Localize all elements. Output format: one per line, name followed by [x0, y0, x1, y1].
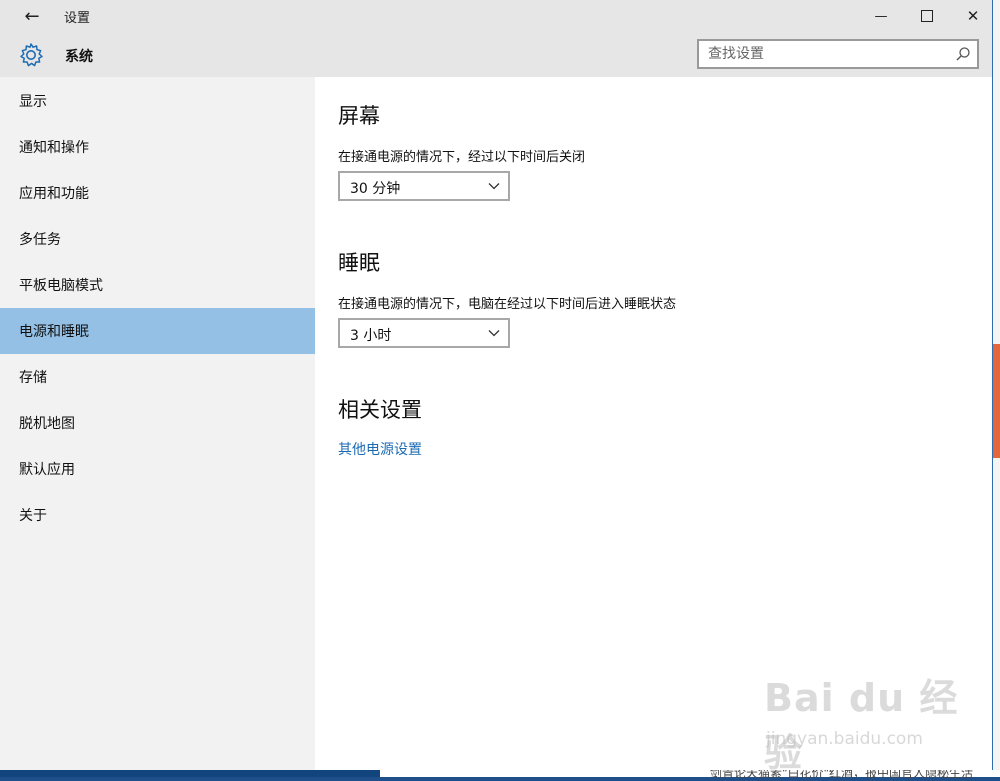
sidebar-item-offline-maps[interactable]: 脱机地图: [0, 400, 315, 446]
screen-timeout-value: 30 分钟: [350, 181, 401, 197]
screen-heading: 屏幕: [338, 104, 380, 128]
sidebar-item-tablet-mode[interactable]: 平板电脑模式: [0, 262, 315, 308]
gear-icon: [20, 43, 43, 67]
title-bar: ← 设置 — ✕: [0, 0, 992, 32]
sidebar-item-display[interactable]: 显示: [0, 78, 315, 124]
sidebar-item-default-apps[interactable]: 默认应用: [0, 446, 315, 492]
background-app-edge: [992, 0, 1000, 777]
screen-timeout-dropdown[interactable]: 30 分钟: [338, 171, 510, 201]
sidebar: 显示 通知和操作 应用和功能 多任务 平板电脑模式 电源和睡眠 存储 脱机地图 …: [0, 77, 315, 770]
sleep-timeout-dropdown[interactable]: 3 小时: [338, 318, 510, 348]
back-arrow-icon: ←: [24, 5, 40, 27]
search-box[interactable]: [697, 39, 979, 69]
sleep-timeout-value: 3 小时: [350, 328, 392, 344]
sidebar-item-storage[interactable]: 存储: [0, 354, 315, 400]
related-settings-heading: 相关设置: [338, 398, 422, 422]
search-icon[interactable]: [955, 46, 971, 62]
chevron-down-icon: [488, 183, 500, 190]
watermark-logo-text: Bai du 经验: [764, 676, 959, 775]
window-title: 设置: [64, 11, 91, 26]
sidebar-item-multitasking[interactable]: 多任务: [0, 216, 315, 262]
sidebar-item-about[interactable]: 关于: [0, 492, 315, 538]
page-title: 系统: [65, 49, 93, 65]
watermark-url-text: jingyan.baidu.com: [766, 729, 923, 749]
additional-power-settings-link[interactable]: 其他电源设置: [338, 439, 422, 459]
minimize-icon: —: [874, 8, 888, 24]
screen-description: 在接通电源的情况下，经过以下时间后关闭: [338, 150, 586, 165]
sidebar-item-notifications[interactable]: 通知和操作: [0, 124, 315, 170]
back-button[interactable]: ←: [12, 0, 52, 32]
settings-window: ← 设置 — ✕ 系统 显示 通知和操作 应用和功能 多任务: [0, 0, 993, 775]
sidebar-item-apps[interactable]: 应用和功能: [0, 170, 315, 216]
sleep-heading: 睡眠: [338, 251, 380, 275]
maximize-icon: [921, 10, 933, 22]
close-button[interactable]: ✕: [950, 0, 996, 32]
chevron-down-icon: [488, 330, 500, 337]
sidebar-item-power-sleep[interactable]: 电源和睡眠: [0, 308, 315, 354]
minimize-button[interactable]: —: [858, 0, 904, 32]
baidu-watermark: Bai du 经验 jingyan.baidu.com: [764, 667, 964, 775]
close-icon: ✕: [966, 7, 980, 25]
maximize-button[interactable]: [904, 0, 950, 32]
search-input[interactable]: [699, 41, 948, 67]
settings-header: 系统: [0, 32, 992, 77]
background-app-orange-block: [992, 344, 1000, 458]
sleep-description: 在接通电源的情况下，电脑在经过以下时间后进入睡眠状态: [338, 297, 677, 312]
